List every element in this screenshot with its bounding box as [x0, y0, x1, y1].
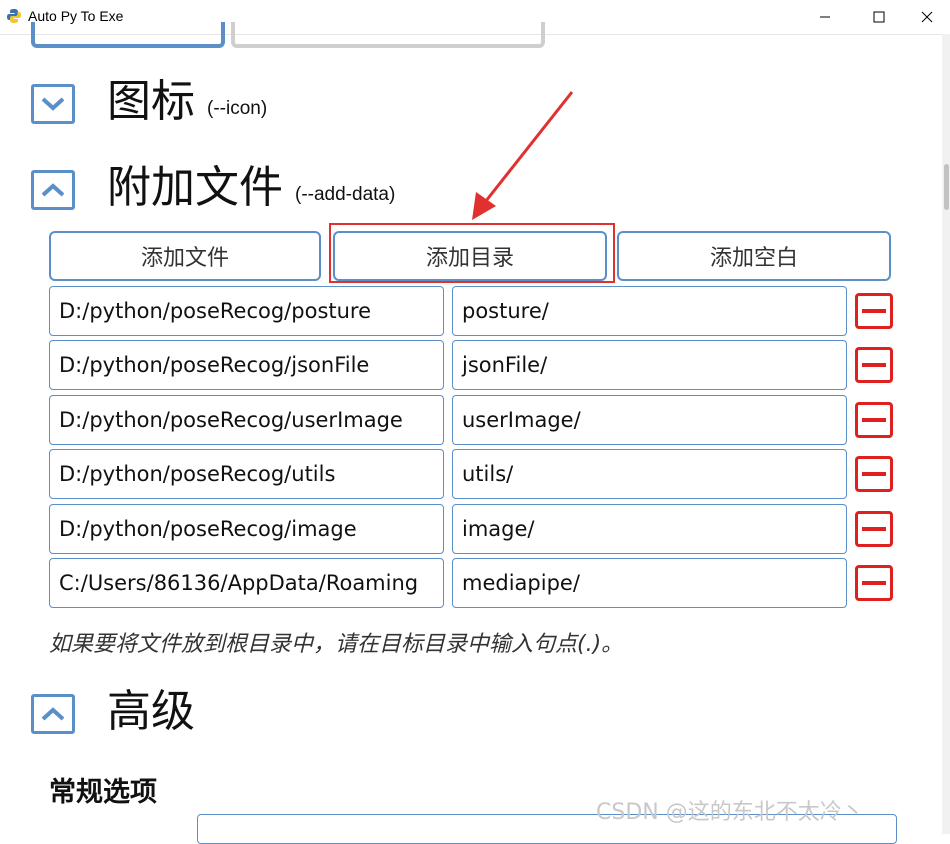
remove-row-button[interactable]	[855, 293, 893, 329]
section-title: 附加文件	[107, 162, 283, 213]
minimize-icon	[820, 16, 830, 18]
chevron-up-icon	[41, 707, 65, 721]
arrow-annotation	[472, 91, 574, 220]
add-blank-button[interactable]: 添加空白	[617, 231, 891, 281]
section-title: 高级	[107, 686, 195, 737]
minus-icon	[862, 472, 886, 476]
remove-row-button[interactable]	[855, 511, 893, 547]
chevron-up-icon	[41, 183, 65, 197]
remove-row-button[interactable]	[855, 456, 893, 492]
section-header-add-data: 附加文件 (--add-data)	[31, 166, 395, 210]
section-header-advanced: 高级	[31, 690, 195, 734]
chevron-down-icon	[41, 97, 65, 111]
scrollbar-thumb[interactable]	[944, 164, 949, 210]
minus-icon	[862, 418, 886, 422]
minus-icon	[862, 581, 886, 585]
close-button[interactable]	[904, 0, 950, 34]
general-options-heading: 常规选项	[49, 777, 157, 808]
destination-input[interactable]: userImage/	[452, 395, 847, 445]
add-folder-button[interactable]: 添加目录	[333, 231, 607, 281]
section-flag: (--add-data)	[295, 184, 396, 205]
minus-icon	[862, 363, 886, 367]
minus-icon	[862, 527, 886, 531]
destination-input[interactable]: image/	[452, 504, 847, 554]
minimize-button[interactable]	[802, 0, 848, 34]
previous-option-box-2[interactable]	[231, 22, 545, 48]
vertical-scrollbar[interactable]	[942, 34, 950, 834]
watermark: CSDN @这的东北不太冷丶	[596, 800, 864, 825]
collapse-toggle-add-data[interactable]	[31, 170, 75, 210]
maximize-icon	[873, 11, 885, 23]
source-path-input[interactable]: D:/python/poseRecog/jsonFile	[49, 340, 444, 390]
section-header-icon: 图标 (--icon)	[31, 80, 267, 124]
source-path-input[interactable]: D:/python/poseRecog/posture	[49, 286, 444, 336]
expand-toggle-icon-section[interactable]	[31, 84, 75, 124]
remove-row-button[interactable]	[855, 402, 893, 438]
remove-row-button[interactable]	[855, 565, 893, 601]
minus-icon	[862, 309, 886, 313]
destination-input[interactable]: posture/	[452, 286, 847, 336]
previous-option-box[interactable]	[31, 22, 225, 48]
destination-input[interactable]: mediapipe/	[452, 558, 847, 608]
add-files-button[interactable]: 添加文件	[49, 231, 321, 281]
section-title: 图标	[107, 76, 195, 127]
source-path-input[interactable]: D:/python/poseRecog/utils	[49, 449, 444, 499]
root-directory-hint: 如果要将文件放到根目录中，请在目标目录中输入句点(.)。	[49, 632, 624, 657]
maximize-button[interactable]	[856, 0, 902, 34]
source-path-input[interactable]: D:/python/poseRecog/userImage	[49, 395, 444, 445]
section-flag: (--icon)	[207, 98, 268, 119]
collapse-toggle-advanced[interactable]	[31, 694, 75, 734]
source-path-input[interactable]: D:/python/poseRecog/image	[49, 504, 444, 554]
destination-input[interactable]: utils/	[452, 449, 847, 499]
remove-row-button[interactable]	[855, 347, 893, 383]
destination-input[interactable]: jsonFile/	[452, 340, 847, 390]
python-icon	[7, 9, 21, 23]
source-path-input[interactable]: C:/Users/86136/AppData/Roaming	[49, 558, 444, 608]
close-icon	[921, 11, 933, 23]
